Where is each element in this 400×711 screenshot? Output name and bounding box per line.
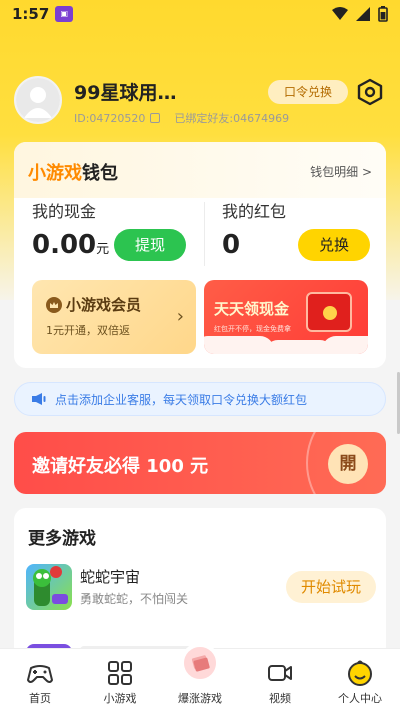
wallet-title: 小游戏钱包 <box>28 159 118 185</box>
tab-video[interactable]: 视频 <box>240 649 320 711</box>
wallet-detail-link[interactable]: 钱包明细 > <box>310 163 372 180</box>
bottom-tab-bar: 首页 小游戏 爆涨游戏 视频 个人中心 <box>0 643 400 711</box>
notice-text: 点击添加企业客服，每天领取口令兑换大额红包 <box>55 392 308 407</box>
snake-game-icon <box>26 564 72 610</box>
gamepad-icon <box>27 665 53 683</box>
status-bar: 1:57 ▣ <box>0 0 400 28</box>
smile-icon <box>348 660 372 686</box>
redeem-code-button[interactable]: 口令兑换 <box>268 80 348 104</box>
tab-hot-games[interactable]: 爆涨游戏 <box>160 643 240 711</box>
game-name: 蛇蛇宇宙 <box>80 568 141 586</box>
chevron-right-icon: › <box>176 306 184 327</box>
tab-label: 爆涨游戏 <box>178 692 222 705</box>
settings-icon[interactable] <box>356 78 384 106</box>
app-notification-icon: ▣ <box>55 6 74 22</box>
game-description: 勇敢蛇蛇，不怕闯关 <box>80 592 189 606</box>
tab-label: 个人中心 <box>338 692 382 705</box>
wallet-title-highlight: 小游戏 <box>28 163 82 184</box>
daily-cash-title: 天天领现金 <box>214 300 290 318</box>
tab-home[interactable]: 首页 <box>0 649 80 711</box>
game-list-item[interactable]: 蛇蛇宇宙 勇敢蛇蛇，不怕闯关 开始试玩 <box>26 564 376 612</box>
more-games-section: 更多游戏 蛇蛇宇宙 勇敢蛇蛇，不怕闯关 开始试玩 <box>14 508 386 658</box>
invite-banner[interactable]: 邀请好友必得 100 元 開 <box>14 432 386 494</box>
customer-service-notice[interactable]: 点击添加企业客服，每天领取口令兑换大额红包 <box>14 382 386 416</box>
vip-subtitle: 1元开通，双倍返 <box>46 324 130 337</box>
cash-value: 0.00 <box>32 230 97 260</box>
copy-icon[interactable] <box>150 113 161 123</box>
tab-label: 视频 <box>269 692 291 705</box>
cloud-decoration <box>322 336 368 354</box>
wifi-icon <box>332 7 348 20</box>
user-id: ID:04720520 <box>74 111 146 125</box>
red-packet-label: 我的红包 <box>222 202 287 221</box>
signal-icon <box>356 7 370 21</box>
grid-icon <box>108 661 132 685</box>
vip-title-row: 小游戏会员 <box>46 294 141 315</box>
invite-text: 邀请好友必得 100 元 <box>32 456 209 477</box>
start-trial-button[interactable]: 开始试玩 <box>286 571 376 603</box>
tab-label: 首页 <box>29 692 51 705</box>
daily-cash-subtitle: 红包开不停，现金免费拿 <box>214 325 291 333</box>
battery-icon <box>378 6 388 22</box>
speaker-icon <box>32 393 46 405</box>
username: 99星球用… <box>74 82 177 104</box>
user-avatar-icon <box>16 78 60 122</box>
user-ids: ID:04720520 已绑定好友:04674969 <box>74 110 289 126</box>
status-time: 1:57 <box>12 5 50 23</box>
wallet-header: 小游戏钱包 钱包明细 > <box>14 142 386 198</box>
cash-amount: 0.00元 <box>32 230 109 260</box>
tab-profile[interactable]: 个人中心 <box>320 649 400 711</box>
wallet-card: 小游戏钱包 钱包明细 > 我的现金 0.00元 提现 我的红包 0 兑换 小游戏… <box>14 142 386 368</box>
avatar[interactable] <box>14 76 62 124</box>
exchange-button[interactable]: 兑换 <box>298 229 370 261</box>
crown-icon <box>46 296 62 313</box>
video-icon <box>268 665 292 681</box>
wallet-title-rest: 钱包 <box>82 163 118 184</box>
tab-mini-games[interactable]: 小游戏 <box>80 649 160 711</box>
vip-membership-card[interactable]: 小游戏会员 1元开通，双倍返 › <box>32 280 196 354</box>
invite-open-button[interactable]: 開 <box>328 444 368 484</box>
divider <box>204 202 205 266</box>
money-icon <box>180 643 220 683</box>
bound-friend-id: 已绑定好友:04674969 <box>174 112 290 125</box>
red-envelope-icon <box>306 292 352 332</box>
vip-title: 小游戏会员 <box>66 296 142 314</box>
cash-label: 我的现金 <box>32 202 97 221</box>
cash-unit: 元 <box>96 242 110 257</box>
tab-label: 小游戏 <box>103 692 137 705</box>
more-games-title: 更多游戏 <box>28 529 96 549</box>
profile-header: 99星球用… ID:04720520 已绑定好友:04674969 口令兑换 <box>14 76 386 128</box>
daily-cash-card[interactable]: 天天领现金 红包开不停，现金免费拿 <box>204 280 368 354</box>
withdraw-button[interactable]: 提现 <box>114 229 186 261</box>
red-packet-amount: 0 <box>222 230 241 260</box>
status-icons <box>332 6 388 22</box>
